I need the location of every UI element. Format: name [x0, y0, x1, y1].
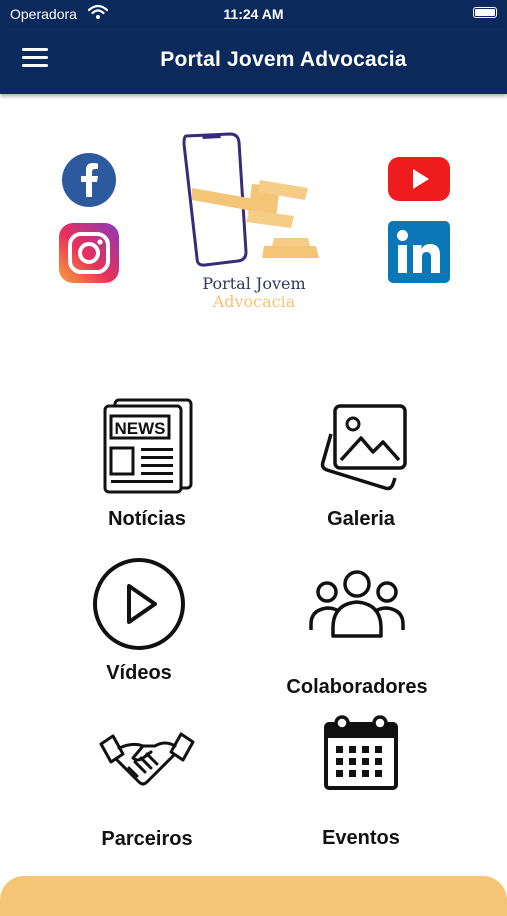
- menu-label-noticias: Notícias: [108, 508, 186, 530]
- menu-item-parceiros[interactable]: Parceiros: [47, 730, 247, 851]
- page-title: Portal Jovem Advocacia: [160, 48, 407, 71]
- nav-bar: Portal Jovem Advocacia: [0, 28, 507, 94]
- menu-item-eventos[interactable]: Eventos: [261, 714, 461, 850]
- menu-label-parceiros: Parceiros: [101, 828, 193, 850]
- play-circle-icon: [93, 558, 185, 650]
- battery-icon: [473, 7, 497, 18]
- people-group-icon: [309, 570, 405, 638]
- calendar-icon: [324, 715, 398, 790]
- handshake-icon: [99, 732, 195, 786]
- bottom-bar: [0, 876, 507, 916]
- linkedin-icon[interactable]: [388, 221, 450, 283]
- menu-label-videos: Vídeos: [106, 662, 172, 684]
- menu-item-videos[interactable]: Vídeos: [39, 556, 239, 685]
- instagram-icon[interactable]: [58, 222, 120, 284]
- status-time: 11:24 AM: [223, 6, 284, 22]
- menu-item-colaboradores[interactable]: Colaboradores: [257, 566, 457, 699]
- logo-text-portal-jovem: Portal Jovem: [202, 274, 306, 293]
- menu-item-galeria[interactable]: Galeria: [261, 402, 461, 531]
- youtube-icon[interactable]: [388, 157, 450, 201]
- portal-jovem-logo: Portal Jovem Advocacia: [180, 128, 328, 318]
- facebook-icon[interactable]: [61, 152, 117, 208]
- svg-text:NEWS: NEWS: [115, 419, 166, 438]
- hamburger-line: [22, 48, 48, 51]
- gallery-icon: [320, 404, 407, 491]
- status-bar: Operadora 11:24 AM: [0, 0, 507, 28]
- hamburger-line: [22, 64, 48, 67]
- menu-label-eventos: Eventos: [322, 827, 400, 849]
- menu-item-noticias[interactable]: NEWS Notícias: [47, 396, 247, 531]
- logo-text-advocacia: Advocacia: [212, 292, 296, 311]
- phone-gavel-logo-icon: [182, 132, 319, 267]
- newspaper-icon: NEWS: [103, 398, 193, 494]
- hamburger-line: [22, 56, 48, 59]
- menu-label-galeria: Galeria: [327, 508, 395, 530]
- menu-label-colaboradores: Colaboradores: [286, 676, 428, 698]
- hamburger-menu-button[interactable]: [22, 48, 48, 70]
